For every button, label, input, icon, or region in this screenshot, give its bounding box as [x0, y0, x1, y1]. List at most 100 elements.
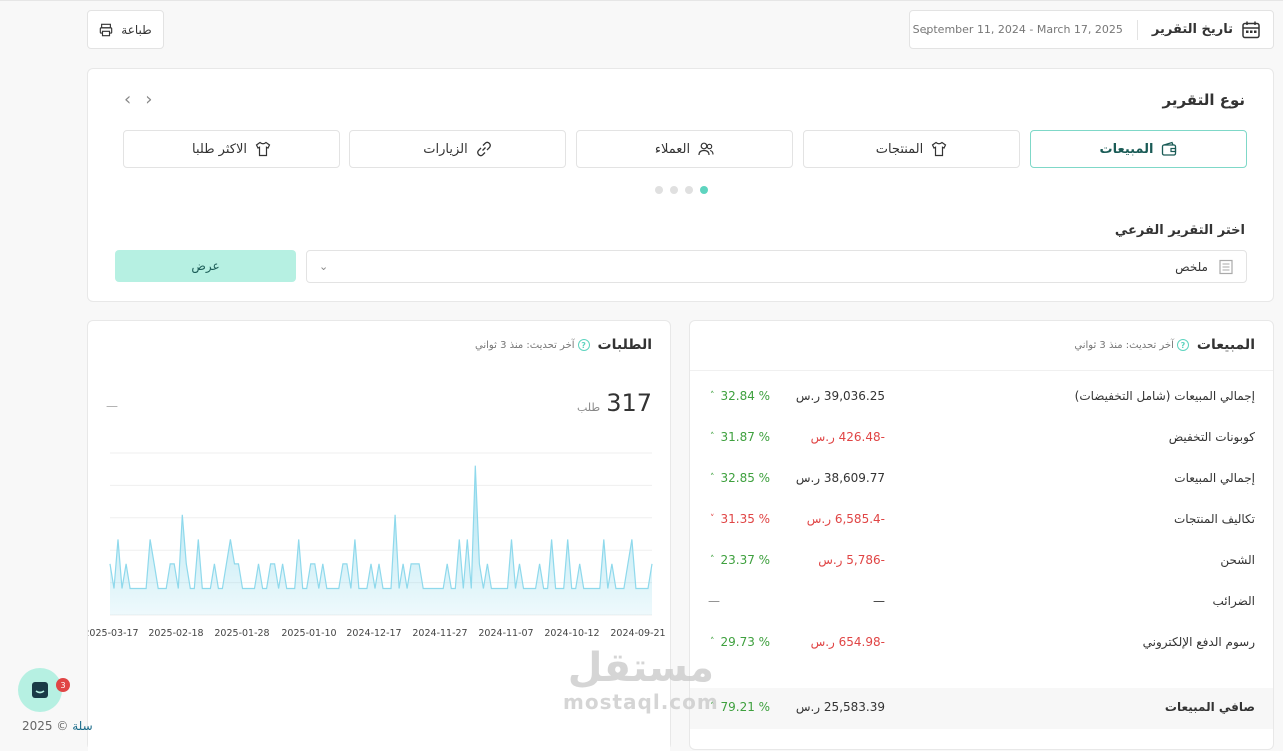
x-tick-label: 2024-12-17 — [346, 628, 401, 639]
shirt-icon — [931, 141, 947, 157]
watermark-en: mostaql.com — [563, 690, 719, 714]
print-label: طباعة — [121, 22, 152, 37]
row-value: 25,583.39 ر.س — [795, 700, 885, 714]
row-percent: ˄ 31.87 % — [710, 430, 770, 444]
orders-card-header: الطلبات ? آخر تحديث: منذ 3 ثواني — [475, 337, 652, 353]
support-chat-button[interactable] — [18, 668, 62, 712]
last-updated: ? آخر تحديث: منذ 3 ثواني — [475, 339, 590, 351]
row-value: -5,786 ر.س — [818, 553, 885, 567]
row-percent-value: 79.21 % — [720, 700, 771, 714]
arrow-up-icon: ˄ — [710, 555, 715, 565]
orders-title: الطلبات — [597, 337, 652, 353]
watermark: مستقل mostaql.com — [563, 646, 719, 714]
divider — [690, 370, 1273, 371]
orders-count: 317 طلب — [577, 389, 652, 417]
row-value: 38,609.77 ر.س — [795, 471, 885, 485]
tab-label: الزيارات — [423, 141, 468, 157]
sales-card-header: المبيعات ? آخر تحديث: منذ 3 ثواني — [1074, 337, 1255, 353]
row-name: كوبونات التخفيض — [1168, 430, 1255, 444]
pager-dots — [655, 186, 708, 194]
row-name: صافي المبيعات — [1164, 700, 1255, 714]
row-percent-value: 32.85 % — [720, 471, 771, 485]
report-tabs: المبيعات المنتجات العملاء الزيارات الاكث… — [123, 130, 1247, 168]
sales-row: الشحن -5,786 ر.س ˄ 23.37 % — [690, 541, 1273, 582]
row-name: الضرائب — [1212, 594, 1255, 608]
x-tick-label: 2025-02-18 — [148, 628, 203, 639]
orders-count-value: 317 — [606, 389, 652, 417]
tab-label: الاكثر طلبا — [192, 141, 247, 157]
sales-row: تكاليف المنتجات -6,585.4 ر.س ˅ 31.35 % — [690, 500, 1273, 541]
orders-count-unit: طلب — [576, 401, 601, 414]
row-percent: ˄ 79.21 % — [710, 700, 770, 714]
document-icon — [1219, 259, 1233, 274]
chevron-right-icon[interactable]: › — [145, 89, 152, 110]
last-updated: ? آخر تحديث: منذ 3 ثواني — [1074, 339, 1189, 351]
tab-sales[interactable]: المبيعات — [1030, 130, 1247, 168]
copyright-text: 2025 © — [22, 719, 69, 733]
wallet-icon — [1162, 141, 1177, 156]
row-value: -654.98 ر.س — [810, 635, 885, 649]
chevron-left-icon[interactable]: ‹ — [124, 89, 131, 110]
sales-row: الضرائب — — — [690, 582, 1273, 623]
pager-dot-active[interactable] — [700, 186, 708, 194]
brand-link[interactable]: سلة — [72, 719, 92, 733]
shirt-icon — [255, 141, 271, 157]
x-tick-label: 2024-11-27 — [412, 628, 467, 639]
sales-summary-card: المبيعات ? آخر تحديث: منذ 3 ثواني إجمالي… — [689, 320, 1274, 750]
help-icon[interactable]: ? — [577, 339, 590, 351]
sub-report-select[interactable]: ملخص ⌄ — [306, 250, 1247, 283]
sales-row: إجمالي المبيعات 38,609.77 ر.س ˄ 32.85 % — [690, 459, 1273, 500]
tab-visits[interactable]: الزيارات — [349, 130, 566, 168]
x-tick-label: 2024-09-21 — [610, 628, 665, 639]
chat-icon — [32, 682, 48, 698]
sub-report-label: اختر التقرير الفرعي — [1114, 223, 1245, 238]
tab-most-ordered[interactable]: الاكثر طلبا — [123, 130, 340, 168]
tab-products[interactable]: المنتجات — [803, 130, 1020, 168]
pager-dot[interactable] — [685, 186, 693, 194]
tabs-nav: ‹ › — [124, 89, 152, 110]
row-value: -6,585.4 ر.س — [806, 512, 885, 526]
row-percent-value: 31.35 % — [720, 512, 771, 526]
chevron-down-icon: ⌄ — [319, 260, 329, 273]
row-percent-value: — — [708, 594, 720, 608]
orders-dash: — — [106, 399, 118, 413]
sub-report-value: ملخص — [1175, 259, 1208, 274]
row-value: -426.48 ر.س — [810, 430, 885, 444]
watermark-ar: مستقل — [567, 645, 715, 691]
date-range-value: September 11, 2024 - March 17, 2025 — [912, 23, 1123, 36]
row-percent: — — [708, 594, 720, 608]
pager-dot[interactable] — [655, 186, 663, 194]
arrow-up-icon: ˄ — [710, 391, 715, 401]
tab-customers[interactable]: العملاء — [576, 130, 793, 168]
row-percent: ˄ 23.37 % — [710, 553, 770, 567]
net-sales-row: صافي المبيعات 25,583.39 ر.س ˄ 79.21 % — [690, 688, 1273, 729]
printer-icon — [100, 23, 113, 36]
chart-area — [110, 465, 652, 615]
show-button[interactable]: عرض — [115, 250, 296, 282]
tab-label: المبيعات — [1099, 141, 1154, 157]
date-range-picker[interactable]: تاريخ التقرير September 11, 2024 - March… — [909, 10, 1274, 49]
row-name: إجمالي المبيعات — [1174, 471, 1255, 485]
row-name: رسوم الدفع الإلكتروني — [1142, 635, 1255, 649]
row-name: الشحن — [1220, 553, 1255, 567]
pager-dot[interactable] — [670, 186, 678, 194]
row-percent-value: 32.84 % — [720, 389, 771, 403]
orders-chart: 2025-03-17 2025-02-18 2025-01-28 2025-01-10… — [88, 452, 666, 639]
users-icon — [698, 142, 714, 156]
help-icon[interactable]: ? — [1176, 339, 1189, 351]
tab-label: المنتجات — [875, 141, 924, 157]
arrow-down-icon: ˅ — [710, 514, 715, 524]
row-percent: ˄ 29.73 % — [710, 635, 770, 649]
sales-title: المبيعات — [1196, 337, 1255, 353]
top-border — [0, 0, 1283, 1]
row-percent-value: 31.87 % — [720, 430, 771, 444]
row-percent: ˄ 32.85 % — [710, 471, 770, 485]
report-type-title: نوع التقرير — [1162, 91, 1246, 109]
date-label: تاريخ التقرير — [1136, 19, 1233, 40]
print-button[interactable]: طباعة — [87, 10, 164, 49]
sales-row: إجمالي المبيعات (شامل التخفيضات) 39,036.2… — [690, 377, 1273, 418]
row-name: تكاليف المنتجات — [1173, 512, 1255, 526]
x-tick-label: 2024-10-12 — [544, 628, 599, 639]
tab-label: العملاء — [654, 141, 691, 157]
link-icon — [476, 141, 491, 157]
